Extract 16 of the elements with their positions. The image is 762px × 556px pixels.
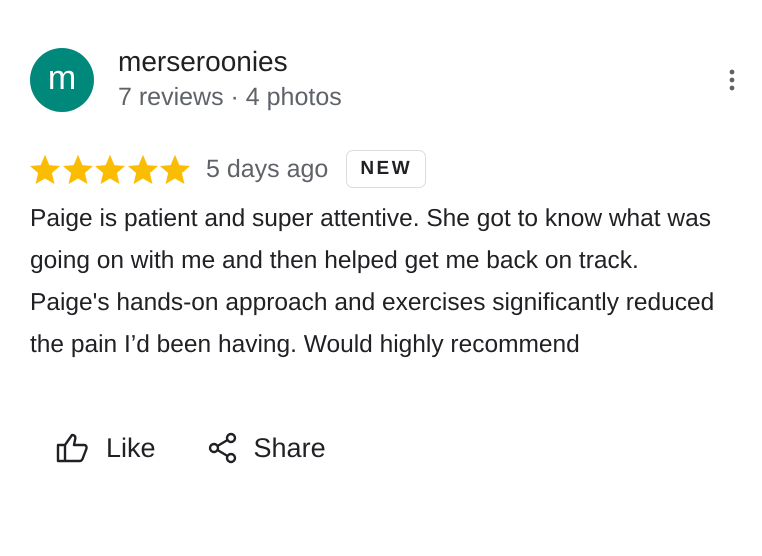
author-name[interactable]: merseroonies <box>118 44 729 80</box>
star-icon <box>62 154 92 184</box>
review-text: Paige is patient and super attentive. She got to know what was going on with me and then helped get me back on track. Paige's hands-on approach and exercises significantly reduced the pain I’d been having. Would highly recommend <box>30 204 716 360</box>
star-icon <box>95 154 125 184</box>
review-count: 7 reviews · 4 photos <box>118 82 343 113</box>
star-icon <box>128 154 158 184</box>
star-icon <box>160 154 190 184</box>
new-badge: NEW <box>346 150 426 188</box>
share-icon <box>208 432 238 464</box>
avatar: m <box>30 48 94 112</box>
like-button[interactable]: Like <box>52 426 160 470</box>
star-icon <box>30 154 60 184</box>
review-date: 5 days ago <box>206 154 328 184</box>
thumbs-up-icon <box>56 433 90 463</box>
more-options-icon[interactable] <box>729 68 735 92</box>
share-button[interactable]: Share <box>204 426 330 470</box>
